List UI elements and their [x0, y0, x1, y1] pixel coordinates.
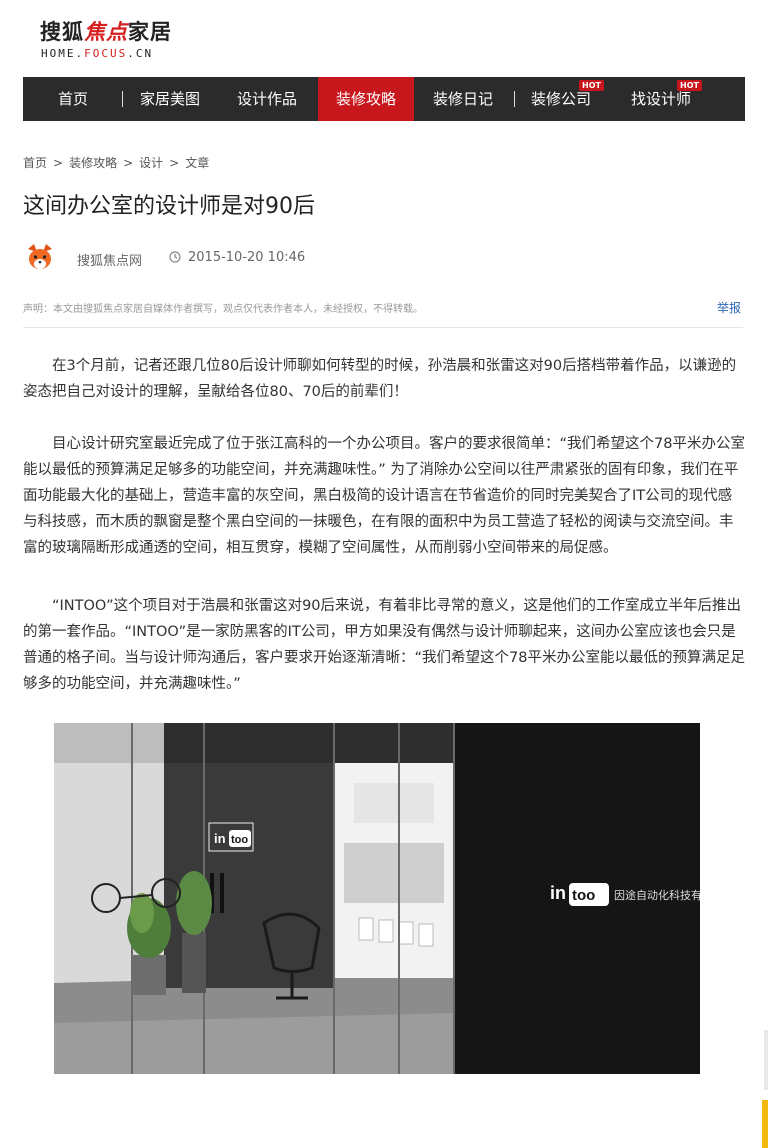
- page-title: 这间办公室的设计师是对90后: [23, 194, 315, 219]
- nav-item-home[interactable]: 首页: [45, 77, 101, 121]
- article-photo: in too in too 因途自动化科技有: [54, 723, 700, 1074]
- breadcrumb-separator: >: [123, 156, 134, 170]
- breadcrumb-guides[interactable]: 装修攻略: [69, 156, 117, 170]
- door-sign-too: too: [231, 834, 248, 846]
- main-nav: 首页 家居美图 设计作品 装修攻略 装修日记 装修公司 HOT 找设计师 HOT: [23, 77, 745, 121]
- author-avatar[interactable]: [23, 240, 57, 274]
- publish-date: 2015-10-20 10:46: [188, 250, 306, 265]
- hot-badge: HOT: [677, 80, 702, 91]
- breadcrumb-article: 文章: [185, 156, 210, 170]
- wall-company-text: 因途自动化科技有: [614, 888, 700, 902]
- breadcrumb: 首页 > 装修攻略 > 设计 > 文章: [23, 154, 215, 171]
- clock-icon: [169, 251, 181, 263]
- logo-domain: HOME.FOCUS.CN: [41, 47, 154, 60]
- nav-item-design-works[interactable]: 设计作品: [226, 77, 308, 121]
- nav-separator: [122, 91, 123, 107]
- door-sign-in: in: [214, 831, 226, 846]
- divider: [23, 327, 743, 328]
- wall-logo-in: in: [550, 883, 566, 903]
- hot-badge: HOT: [579, 80, 604, 91]
- side-tool-bar[interactable]: [762, 1100, 768, 1148]
- breadcrumb-design[interactable]: 设计: [139, 156, 163, 170]
- nav-separator: [514, 91, 515, 107]
- wall-logo-too: too: [572, 887, 595, 904]
- breadcrumb-separator: >: [53, 156, 64, 170]
- nav-item-photos[interactable]: 家居美图: [129, 77, 211, 121]
- logo-brand: 搜狐焦点家居: [40, 20, 172, 44]
- copyright-notice: 声明：本文由搜狐焦点家居自媒体作者撰写，观点仅代表作者本人，未经授权，不得转载。: [23, 304, 423, 315]
- nav-item-diary[interactable]: 装修日记: [422, 77, 504, 121]
- article-paragraph: “INTOO”这个项目对于浩晨和张雷这对90后来说，有着非比寻常的意义，这是他们…: [23, 598, 745, 692]
- site-logo[interactable]: 搜狐焦点家居 HOME.FOCUS.CN: [40, 14, 200, 64]
- article-paragraph: 在3个月前，记者还跟几位80后设计师聊如何转型的时候，孙浩晨和张雷这对90后搭档…: [23, 358, 737, 400]
- breadcrumb-home[interactable]: 首页: [23, 156, 47, 170]
- article-paragraph: 目心设计研究室最近完成了位于张江高科的一个办公项目。客户的要求很简单：“我们希望…: [23, 436, 745, 556]
- scrollbar-track[interactable]: [764, 1030, 768, 1090]
- breadcrumb-separator: >: [169, 156, 180, 170]
- nav-item-guides[interactable]: 装修攻略: [318, 77, 414, 121]
- author-name[interactable]: 搜狐焦点网: [77, 250, 142, 269]
- report-link[interactable]: 举报: [717, 299, 741, 316]
